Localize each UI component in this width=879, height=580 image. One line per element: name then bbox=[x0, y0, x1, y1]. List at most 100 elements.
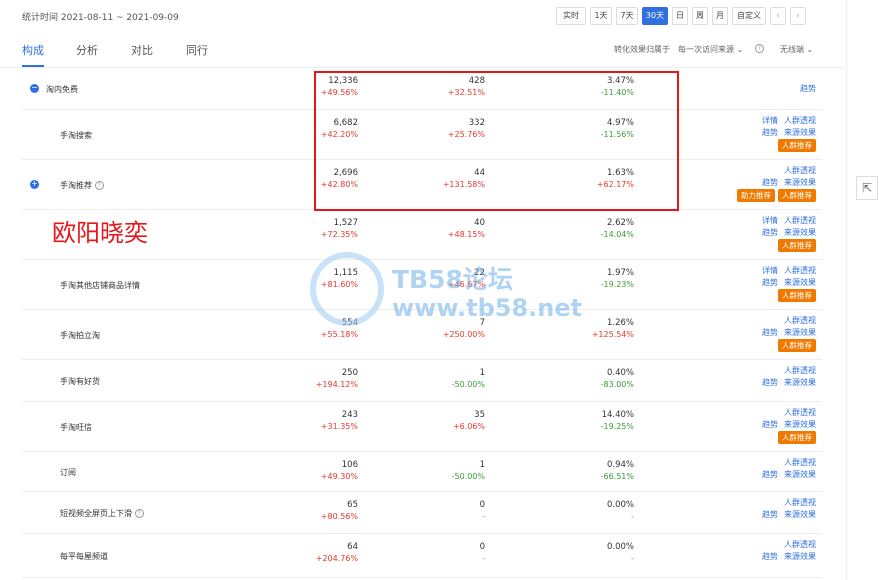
action-link[interactable]: 趋势 bbox=[762, 552, 778, 561]
action-link[interactable]: 来源效果 bbox=[784, 470, 816, 479]
range-button[interactable]: 1天 bbox=[590, 7, 612, 25]
metric-change: +81.60% bbox=[320, 280, 358, 289]
tab-bar: 构成 分析 对比 同行 转化效果归属于 每一次访问来源 ⌄ ? 无线端 ⌄ bbox=[0, 32, 845, 68]
row-name-text: 订阅 bbox=[60, 468, 76, 477]
range-button[interactable]: 30天 bbox=[642, 7, 668, 25]
metric-cell: 7 +250.00% bbox=[405, 318, 485, 339]
metric-value: 1,115 bbox=[333, 268, 358, 278]
metric-cell: 40 +48.15% bbox=[405, 218, 485, 239]
range-button[interactable]: 日 bbox=[672, 7, 688, 25]
table-row: 短视频全屏页上下滑 ? 65 +80.56% 0 - 0.00% - 人群透视 趋势… bbox=[22, 492, 822, 534]
action-link[interactable]: 来源效果 bbox=[784, 420, 816, 429]
tag-button[interactable]: 人群推荐 bbox=[778, 189, 816, 202]
action-link[interactable]: 来源效果 bbox=[784, 552, 816, 561]
action-link[interactable]: 趋势 bbox=[762, 328, 778, 337]
action-link[interactable]: 来源效果 bbox=[784, 378, 816, 387]
tag-button[interactable]: 人群推荐 bbox=[778, 339, 816, 352]
tab-peers[interactable]: 同行 bbox=[186, 42, 208, 58]
action-link[interactable]: 人群透视 bbox=[784, 216, 816, 225]
action-link[interactable]: 人群透视 bbox=[784, 408, 816, 417]
help-icon[interactable]: ? bbox=[755, 44, 764, 53]
attribution-select[interactable]: 每一次访问来源 ⌄ bbox=[678, 44, 743, 55]
metric-cell: 554 +55.18% bbox=[278, 318, 358, 339]
app-root: { "header":{ "stat_time":"统计时间 2021-08-1… bbox=[0, 0, 879, 580]
back-to-top-button[interactable]: ⇱ bbox=[856, 176, 878, 200]
range-button[interactable]: 月 bbox=[712, 7, 728, 25]
action-link[interactable]: 来源效果 bbox=[784, 128, 816, 137]
range-button[interactable]: 7天 bbox=[616, 7, 638, 25]
metric-change: +48.15% bbox=[447, 230, 485, 239]
row-actions: 人群透视 趋势 来源效果 bbox=[756, 539, 816, 563]
action-link[interactable]: 趋势 bbox=[762, 178, 778, 187]
metric-change: -66.51% bbox=[600, 472, 634, 481]
tab-compare[interactable]: 对比 bbox=[131, 42, 153, 58]
tag-button[interactable]: 人群推荐 bbox=[778, 139, 816, 152]
action-link[interactable]: 人群透视 bbox=[784, 166, 816, 175]
metric-value: 2.62% bbox=[606, 218, 634, 228]
row-name-text: 手淘有好货 bbox=[60, 377, 100, 386]
action-link[interactable]: 人群透视 bbox=[784, 458, 816, 467]
action-link[interactable]: 人群透视 bbox=[784, 540, 816, 549]
row-name: 每平每屋频道 bbox=[60, 551, 108, 562]
metric-change: -19.25% bbox=[600, 422, 634, 431]
row-name: 手淘推荐 ? bbox=[60, 180, 104, 191]
action-link[interactable]: 趋势 bbox=[762, 378, 778, 387]
metric-change: +6.06% bbox=[452, 422, 485, 431]
collapse-icon[interactable]: − bbox=[30, 84, 39, 93]
metric-value: 35 bbox=[474, 410, 485, 420]
action-link[interactable]: 趋势 bbox=[762, 228, 778, 237]
row-name: 手淘拍立淘 bbox=[60, 330, 100, 341]
next-page-button[interactable]: › bbox=[790, 7, 806, 25]
metric-cell: 106 +49.30% bbox=[278, 460, 358, 481]
action-link[interactable]: 趋势 bbox=[762, 128, 778, 137]
action-link[interactable]: 详情 bbox=[762, 266, 778, 275]
action-link[interactable]: 来源效果 bbox=[784, 510, 816, 519]
action-link[interactable]: 来源效果 bbox=[784, 328, 816, 337]
prev-page-button[interactable]: ‹ bbox=[770, 7, 786, 25]
action-link[interactable]: 人群透视 bbox=[784, 116, 816, 125]
help-icon[interactable]: ? bbox=[134, 509, 144, 518]
action-link[interactable]: 来源效果 bbox=[784, 178, 816, 187]
help-icon[interactable]: ? bbox=[94, 181, 104, 190]
action-link[interactable]: 人群透视 bbox=[784, 316, 816, 325]
action-link[interactable]: 人群透视 bbox=[784, 266, 816, 275]
metric-value: 554 bbox=[341, 318, 358, 328]
metric-cell: 0.94% -66.51% bbox=[554, 460, 634, 481]
action-link[interactable]: 趋势 bbox=[762, 420, 778, 429]
device-select[interactable]: 无线端 ⌄ bbox=[780, 44, 813, 55]
expand-icon[interactable]: + bbox=[30, 180, 39, 189]
metric-value: 250 bbox=[341, 368, 358, 378]
row-actions: 人群透视 趋势 来源效果 bbox=[756, 497, 816, 521]
action-link[interactable]: 详情 bbox=[762, 116, 778, 125]
tab-analysis[interactable]: 分析 bbox=[76, 42, 98, 58]
row-name-text: 手淘旺信 bbox=[60, 423, 92, 432]
range-button[interactable]: 周 bbox=[692, 7, 708, 25]
chevron-down-icon: ⌄ bbox=[806, 45, 814, 54]
action-link[interactable]: 趋势 bbox=[762, 510, 778, 519]
action-link[interactable]: 人群透视 bbox=[784, 366, 816, 375]
metric-value: 1.97% bbox=[606, 268, 634, 278]
range-button[interactable]: 自定义 bbox=[732, 7, 766, 25]
action-link[interactable]: 详情 bbox=[762, 216, 778, 225]
action-link[interactable]: 趋势 bbox=[762, 278, 778, 287]
metric-value: 1 bbox=[479, 368, 485, 378]
tab-composition[interactable]: 构成 bbox=[22, 42, 44, 58]
action-link[interactable]: 趋势 bbox=[800, 84, 816, 93]
row-name-text: 手淘推荐 bbox=[60, 181, 92, 190]
action-link[interactable]: 趋势 bbox=[762, 470, 778, 479]
metric-cell: 250 +194.12% bbox=[278, 368, 358, 389]
metric-change: +46.67% bbox=[447, 280, 485, 289]
action-link[interactable]: 来源效果 bbox=[784, 228, 816, 237]
metric-cell: 2.62% -14.04% bbox=[554, 218, 634, 239]
range-button[interactable]: 实时 bbox=[556, 7, 586, 25]
tag-button[interactable]: 人群推荐 bbox=[778, 239, 816, 252]
tag-button[interactable]: 助力推荐 bbox=[737, 189, 775, 202]
metric-value: 0.00% bbox=[606, 500, 634, 510]
tag-button[interactable]: 人群推荐 bbox=[778, 431, 816, 444]
tag-button[interactable]: 人群推荐 bbox=[778, 289, 816, 302]
metric-cell: 65 +80.56% bbox=[278, 500, 358, 521]
action-link[interactable]: 人群透视 bbox=[784, 498, 816, 507]
metric-value: 0 bbox=[479, 500, 485, 510]
action-link[interactable]: 来源效果 bbox=[784, 278, 816, 287]
row-name: 手淘其他店铺商品详情 bbox=[60, 280, 140, 291]
